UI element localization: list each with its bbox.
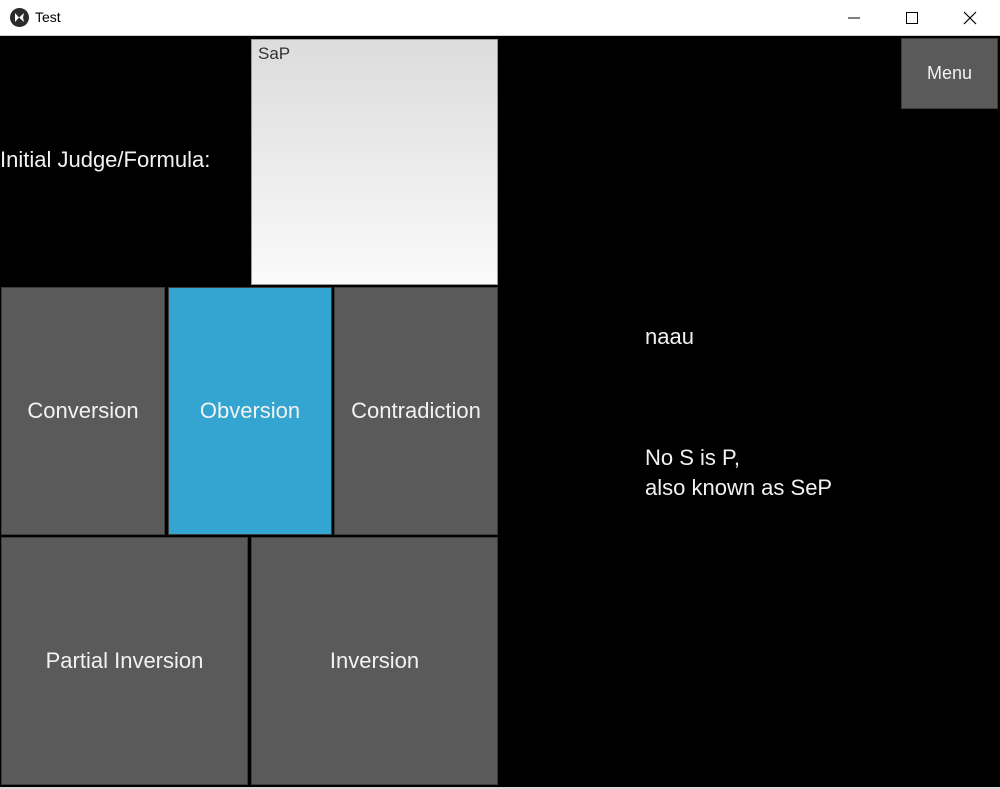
app-canvas: Initial Judge/Formula: SaP Conversion Ob… [0,37,1000,787]
result-code: naau [645,324,694,349]
formula-input[interactable]: SaP [251,39,498,285]
partial-inversion-button[interactable]: Partial Inversion [1,537,248,785]
close-icon [963,11,977,25]
result-line-1: No S is P, [645,445,740,470]
result-line-2: also known as SeP [645,475,833,500]
window-title: Test [35,9,61,25]
contradiction-button[interactable]: Contradiction [334,287,498,535]
title-bar: Test [0,0,1000,36]
kivy-logo-icon [10,8,29,27]
initial-formula-label: Initial Judge/Formula: [0,147,211,172]
minimize-icon [848,17,860,19]
result-description: No S is P, also known as SeP [645,443,832,503]
maximize-button[interactable] [883,0,941,36]
close-button[interactable] [941,0,999,36]
menu-button[interactable]: Menu [901,38,998,109]
inversion-button[interactable]: Inversion [251,537,498,785]
minimize-button[interactable] [825,0,883,36]
conversion-button[interactable]: Conversion [1,287,165,535]
obversion-button[interactable]: Obversion [168,287,332,535]
maximize-icon [906,12,918,24]
